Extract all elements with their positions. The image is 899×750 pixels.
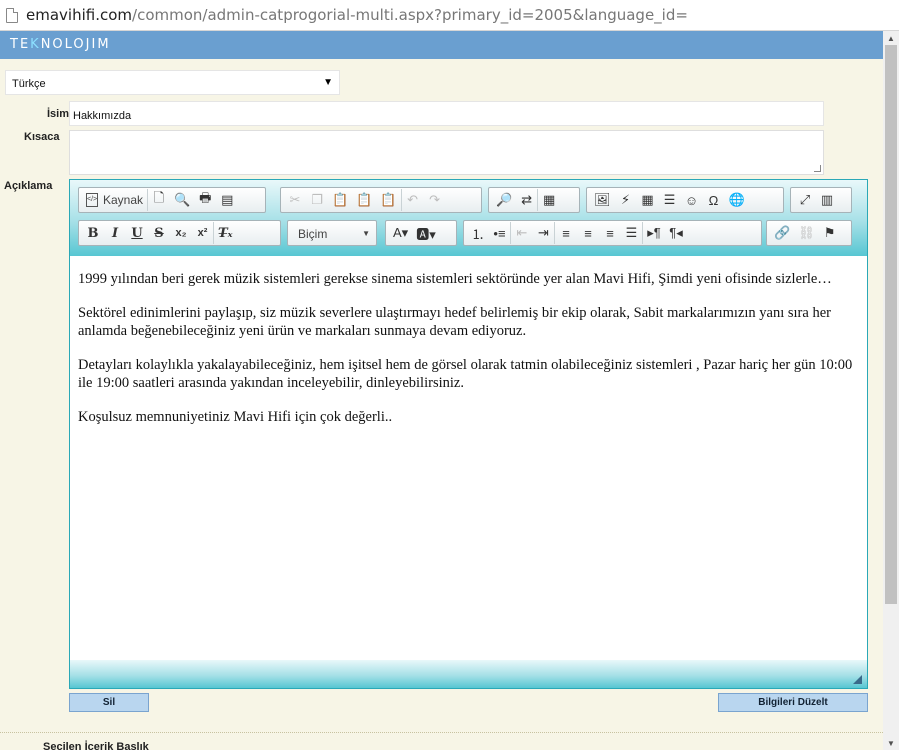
background-color-icon[interactable]: 🅰▾ [412, 222, 440, 244]
outdent-icon[interactable]: ⇤ [511, 222, 533, 244]
align-right-icon[interactable]: ≡ [599, 222, 621, 244]
resize-grip-icon[interactable] [814, 165, 821, 172]
align-left-icon[interactable]: ≡ [555, 222, 577, 244]
iframe-icon[interactable]: 🌐 [725, 189, 749, 211]
strikethrough-icon[interactable]: S [148, 222, 170, 244]
summary-textarea[interactable] [69, 130, 824, 175]
summary-label: Kısaca [24, 131, 60, 143]
text-direction-ltr-icon[interactable]: ▸¶ [643, 222, 665, 244]
scroll-down-arrow-icon[interactable]: ▼ [883, 736, 899, 750]
address-bar[interactable]: emavihifi.com/common/admin-catprogorial-… [0, 0, 899, 31]
paste-icon[interactable]: 📋 [328, 189, 352, 211]
format-dropdown[interactable]: Biçim ▼ [287, 220, 377, 246]
editor-content[interactable]: 1999 yılından beri gerek müzik sistemler… [70, 256, 867, 660]
paste-word-icon[interactable]: 📋 [376, 189, 402, 211]
content-paragraph: Sektörel edinimlerini paylaşıp, siz müzi… [78, 305, 831, 339]
replace-icon[interactable]: ⇄ [516, 189, 539, 211]
flash-icon[interactable]: ⚡ [615, 189, 637, 211]
special-char-icon[interactable]: Ω [703, 189, 725, 211]
find-icon[interactable]: 🔎 [492, 189, 516, 211]
text-direction-rtl-icon[interactable]: ¶◂ [665, 222, 687, 244]
underline-icon[interactable]: U [126, 222, 148, 244]
paste-text-icon[interactable]: 📋 [352, 189, 376, 211]
copy-icon[interactable]: ❐ [306, 189, 328, 211]
source-button[interactable]: </> Kaynak [82, 189, 149, 211]
templates-icon[interactable]: ▤ [216, 189, 238, 211]
scroll-thumb[interactable] [885, 45, 897, 604]
table-icon[interactable]: ▦ [637, 189, 659, 211]
selected-content-title-label: Seçilen İçerik Başlık [43, 741, 149, 750]
indent-icon[interactable]: ⇥ [533, 222, 555, 244]
undo-icon[interactable]: ↶ [402, 189, 424, 211]
link-icon[interactable]: 🔗 [770, 222, 794, 244]
url-path: /common/admin-catprogorial-multi.aspx?pr… [132, 6, 688, 24]
horizontal-rule-icon[interactable]: ☰ [659, 189, 681, 211]
print-icon[interactable]: 🖶 [194, 189, 216, 211]
select-all-icon[interactable]: ▦ [538, 189, 560, 211]
justify-icon[interactable]: ☰ [621, 222, 643, 244]
editor-status-bar [70, 660, 867, 688]
new-page-icon[interactable]: 🗋 [148, 189, 170, 211]
content-paragraph: Koşulsuz memnuniyetiniz Mavi Hifi için ç… [78, 409, 393, 425]
url-text[interactable]: emavihifi.com/common/admin-catprogorial-… [26, 6, 688, 24]
maximize-icon[interactable]: ⤢ [794, 189, 816, 211]
italic-icon[interactable]: I [104, 222, 126, 244]
chevron-down-icon: ▼ [362, 229, 370, 238]
toolbar-group-find: 🔎 ⇄ ▦ [488, 187, 580, 213]
rich-text-editor: </> Kaynak 🗋 🔍 🖶 ▤ ✂ ❐ 📋 📋 📋 ↶ ↷ 🔎 ⇄ ▦ 🖼 … [69, 179, 868, 689]
toolbar-group-document: </> Kaynak 🗋 🔍 🖶 ▤ [78, 187, 266, 213]
language-select-value: Türkçe [12, 78, 46, 90]
unlink-icon[interactable]: ⛓ [794, 222, 819, 244]
image-icon[interactable]: 🖼 [590, 189, 615, 211]
toolbar-group-links: 🔗 ⛓ ⚑ [766, 220, 852, 246]
scroll-up-arrow-icon[interactable]: ▲ [883, 31, 899, 45]
show-blocks-icon[interactable]: ▥ [816, 189, 838, 211]
toolbar-group-view: ⤢ ▥ [790, 187, 852, 213]
redo-icon[interactable]: ↷ [424, 189, 446, 211]
name-input[interactable]: Hakkımızda [69, 101, 824, 126]
resize-handle-icon[interactable] [853, 675, 862, 684]
toolbar-group-insert: 🖼 ⚡ ▦ ☰ ☺ Ω 🌐 [586, 187, 784, 213]
brand-header: TEKNOLOJIM [0, 31, 883, 59]
source-icon: </> [86, 193, 98, 207]
numbered-list-icon[interactable]: ⒈ [467, 222, 489, 244]
chevron-down-icon: ▼ [323, 77, 333, 88]
toolbar-group-basic-styles: B I U S x₂ x² T̶ₓ [78, 220, 281, 246]
editor-toolbar: </> Kaynak 🗋 🔍 🖶 ▤ ✂ ❐ 📋 📋 📋 ↶ ↷ 🔎 ⇄ ▦ 🖼 … [70, 180, 867, 256]
bold-icon[interactable]: B [82, 222, 104, 244]
toolbar-group-clipboard: ✂ ❐ 📋 📋 📋 ↶ ↷ [280, 187, 482, 213]
subscript-icon[interactable]: x₂ [170, 222, 192, 244]
url-host: emavihifi.com [26, 6, 133, 24]
content-paragraph: 1999 yılından beri gerek müzik sistemler… [78, 271, 832, 287]
bulleted-list-icon[interactable]: •≡ [489, 222, 511, 244]
remove-format-icon[interactable]: T̶ₓ [214, 222, 237, 244]
preview-icon[interactable]: 🔍 [170, 189, 194, 211]
description-label: Açıklama [4, 180, 53, 192]
brand-logo[interactable]: TEKNOLOJIM [10, 37, 111, 52]
delete-button[interactable]: Sil [69, 693, 149, 712]
superscript-icon[interactable]: x² [192, 222, 214, 244]
update-button[interactable]: Bilgileri Düzelt [718, 693, 868, 712]
anchor-flag-icon[interactable]: ⚑ [819, 222, 841, 244]
smiley-icon[interactable]: ☺ [681, 189, 703, 211]
page-scrollbar[interactable]: ▲ ▼ [883, 31, 899, 750]
content-paragraph: Detayları kolaylıkla yakalayabileceğiniz… [78, 357, 853, 391]
toolbar-group-paragraph: ⒈ •≡ ⇤ ⇥ ≡ ≡ ≡ ☰ ▸¶ ¶◂ [463, 220, 762, 246]
section-divider [0, 732, 883, 733]
align-center-icon[interactable]: ≡ [577, 222, 599, 244]
page-icon [6, 7, 18, 23]
language-select[interactable]: Türkçe ▼ [5, 70, 340, 95]
cut-icon[interactable]: ✂ [284, 189, 306, 211]
name-label: İsim [47, 108, 70, 120]
toolbar-group-colors: A▾ 🅰▾ [385, 220, 457, 246]
text-color-icon[interactable]: A▾ [389, 222, 412, 244]
